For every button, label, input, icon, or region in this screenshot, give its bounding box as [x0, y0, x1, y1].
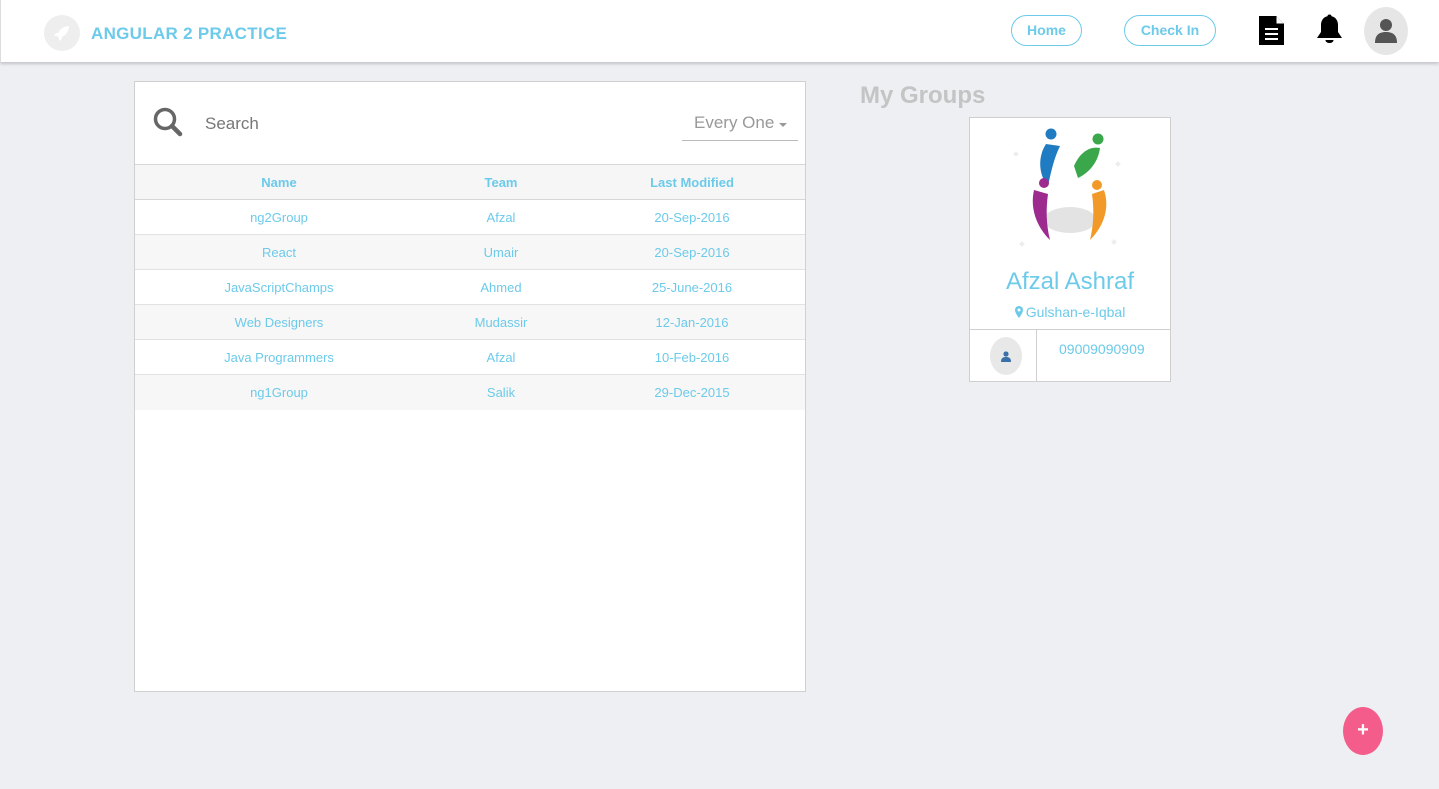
column-header-last-modified[interactable]: Last Modified: [579, 164, 805, 200]
audience-filter-select[interactable]: Every One: [682, 109, 798, 141]
app-brand[interactable]: ANGULAR 2 PRACTICE: [91, 24, 287, 44]
search-input[interactable]: [205, 110, 525, 138]
add-group-button[interactable]: +: [1343, 707, 1383, 755]
column-header-team[interactable]: Team: [423, 164, 579, 200]
cell-name[interactable]: ng2Group: [135, 199, 423, 235]
cell-modified[interactable]: 20-Sep-2016: [579, 234, 805, 270]
profile-card: Afzal Ashraf Gulshan-e-Iqbal 09009090909: [969, 117, 1171, 382]
search-icon[interactable]: [152, 106, 184, 143]
cell-modified[interactable]: 20-Sep-2016: [579, 199, 805, 235]
cell-name[interactable]: React: [135, 234, 423, 270]
table-row[interactable]: ng2Group Afzal 20-Sep-2016: [135, 199, 805, 235]
map-marker-icon: [1014, 306, 1023, 318]
cell-modified[interactable]: 10-Feb-2016: [579, 339, 805, 375]
chevron-down-icon: [779, 123, 787, 127]
cell-name[interactable]: JavaScriptChamps: [135, 269, 423, 305]
table-row[interactable]: React Umair 20-Sep-2016: [135, 234, 805, 270]
profile-phone[interactable]: 09009090909: [1059, 341, 1145, 357]
contact-avatar: [990, 337, 1022, 375]
table-row[interactable]: Java Programmers Afzal 10-Feb-2016: [135, 339, 805, 375]
groups-panel: Every One Name Team Last Modified ng2Gro…: [134, 81, 806, 692]
groups-table: Name Team Last Modified ng2Group Afzal 2…: [135, 164, 805, 410]
cell-team[interactable]: Umair: [423, 234, 579, 270]
cell-team[interactable]: Mudassir: [423, 304, 579, 340]
cell-name[interactable]: Web Designers: [135, 304, 423, 340]
cell-team[interactable]: Afzal: [423, 199, 579, 235]
column-header-name[interactable]: Name: [135, 164, 423, 200]
user-icon: [1001, 351, 1011, 362]
filter-value: Every One: [694, 113, 775, 132]
table-row[interactable]: ng1Group Salik 29-Dec-2015: [135, 374, 805, 410]
rocket-icon[interactable]: [44, 15, 80, 51]
group-logo: [1004, 122, 1136, 262]
document-icon[interactable]: [1258, 15, 1285, 51]
profile-name[interactable]: Afzal Ashraf: [970, 268, 1170, 296]
card-divider: [970, 329, 1170, 330]
cell-team[interactable]: Ahmed: [423, 269, 579, 305]
cell-modified[interactable]: 12-Jan-2016: [579, 304, 805, 340]
cell-modified[interactable]: 25-June-2016: [579, 269, 805, 305]
cell-team[interactable]: Salik: [423, 374, 579, 410]
bell-icon[interactable]: [1315, 14, 1344, 51]
cell-name[interactable]: Java Programmers: [135, 339, 423, 375]
my-groups-heading: My Groups: [860, 82, 986, 109]
table-header-row: Name Team Last Modified: [135, 164, 805, 200]
user-icon[interactable]: [1364, 7, 1408, 55]
table-row[interactable]: JavaScriptChamps Ahmed 25-June-2016: [135, 269, 805, 305]
cell-modified[interactable]: 29-Dec-2015: [579, 374, 805, 410]
check-in-button[interactable]: Check In: [1124, 15, 1216, 46]
table-row[interactable]: Web Designers Mudassir 12-Jan-2016: [135, 304, 805, 340]
top-navbar: ANGULAR 2 PRACTICE Home Check In: [0, 0, 1439, 62]
profile-location: Gulshan-e-Iqbal: [970, 304, 1170, 320]
cell-name[interactable]: ng1Group: [135, 374, 423, 410]
home-button[interactable]: Home: [1011, 15, 1082, 46]
profile-location-text: Gulshan-e-Iqbal: [1025, 304, 1126, 320]
cell-team[interactable]: Afzal: [423, 339, 579, 375]
card-vertical-divider: [1036, 330, 1037, 381]
